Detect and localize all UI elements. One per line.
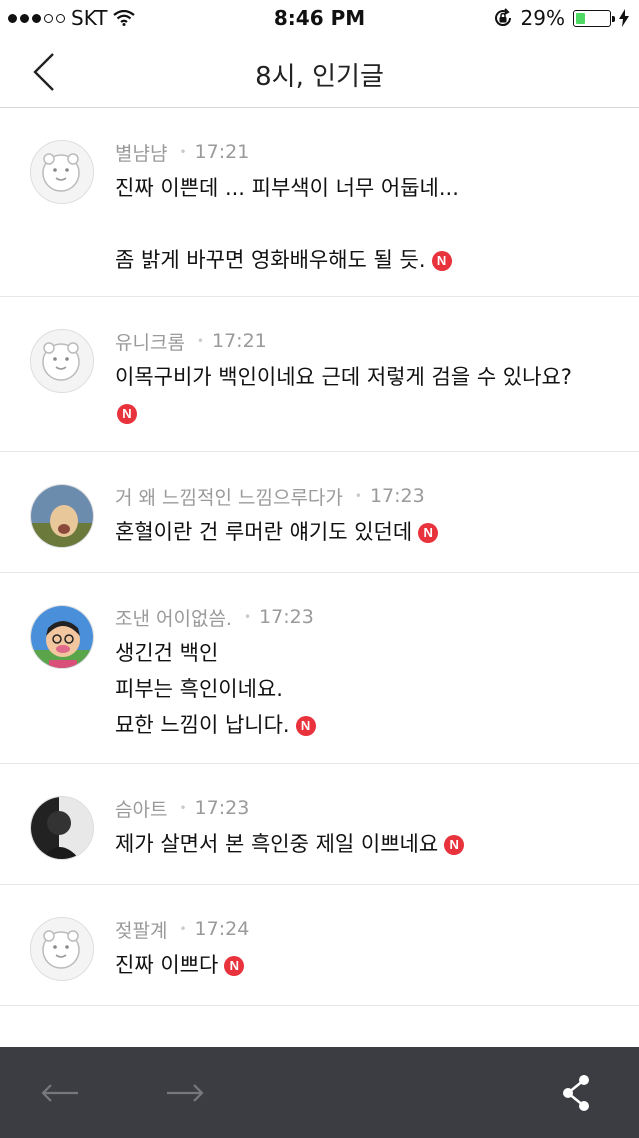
bottom-toolbar: [0, 1047, 639, 1138]
comment-body: 생긴건 백인피부는 흑인이네요. 묘한 느낌이 납니다. N: [115, 635, 619, 743]
battery-icon: [573, 9, 615, 27]
comment-author[interactable]: 별냠냠: [115, 139, 167, 166]
comment-text-line: 진짜 이쁘다 N: [115, 947, 619, 983]
new-badge: N: [431, 251, 452, 271]
new-badge: N: [117, 404, 137, 424]
meta-separator-dot: •: [196, 334, 204, 348]
comment-text-line: 생긴건 백인: [115, 635, 619, 671]
comment-time: 17:21: [194, 141, 250, 163]
comment-body: 혼혈이란 건 루머란 얘기도 있던데 N: [115, 514, 619, 550]
cartoon-avatar-icon[interactable]: [30, 605, 94, 669]
character-avatar-icon[interactable]: [30, 140, 94, 204]
comment-body: 제가 살면서 본 흑인중 제일 이쁘네요 N: [115, 826, 619, 862]
character-avatar-icon[interactable]: [30, 329, 94, 393]
arrow-right-icon: [167, 1084, 204, 1102]
comment-body: 진짜 이쁘다 N: [115, 947, 619, 983]
comment-time: 17:23: [194, 797, 250, 819]
status-right: 29%: [493, 6, 629, 30]
new-badge: N: [295, 716, 316, 736]
rotation-lock-icon: [494, 8, 511, 27]
comment-author[interactable]: 조낸 어이없씀.: [115, 604, 232, 631]
share-button[interactable]: [554, 1071, 598, 1115]
comment-time: 17:23: [259, 606, 314, 628]
new-badge: N: [444, 835, 465, 855]
comment-author[interactable]: 슴아트: [115, 795, 167, 822]
meta-separator-dot: •: [179, 145, 187, 159]
charging-bolt-icon: [619, 9, 629, 27]
meta-separator-dot: •: [179, 801, 187, 815]
comment-meta: 조낸 어이없씀. • 17:23: [115, 603, 619, 631]
comment-time: 17:23: [369, 485, 425, 507]
comment-item[interactable]: 슴아트 • 17:23 제가 살면서 본 흑인중 제일 이쁘네요 N: [0, 764, 639, 885]
comment-item[interactable]: 별냠냠 • 17:21 진짜 이쁜데 ... 피부색이 너무 어둡네... 좀 밝게 바…: [0, 108, 639, 297]
meta-separator-dot: •: [354, 489, 362, 503]
page-title: 8시, 인기글: [255, 62, 384, 92]
comment-time: 17:24: [194, 918, 250, 940]
comment-text-line: 이목구비가 백인이네요 근데 저렇게 검을 수 있나요?: [115, 359, 619, 395]
comment-author[interactable]: 거 왜 느낌적인 느낌으루다가: [115, 483, 343, 510]
status-bar: SKT 8:46 PM 29%: [0, 0, 639, 36]
comment-meta: 유니크롬 • 17:21: [115, 327, 619, 355]
comment-time: 17:21: [212, 330, 267, 352]
photo-avatar-icon[interactable]: [30, 484, 94, 548]
comment-text: 피부는 흑인이네요.: [115, 677, 283, 701]
comment-text-line: 피부는 흑인이네요.: [115, 671, 619, 707]
battery-level: [576, 12, 586, 24]
comment-list: 별냠냠 • 17:21 진짜 이쁜데 ... 피부색이 너무 어둡네... 좀 밝게 바…: [0, 108, 639, 1006]
comment-text: 진짜 이쁘다: [115, 953, 219, 977]
comment-item[interactable]: 젖팔계 • 17:24 진짜 이쁘다 N: [0, 885, 639, 1006]
comment-item[interactable]: 거 왜 느낌적인 느낌으루다가 • 17:23 혼혈이란 건 루머란 얘기도 있던데 N: [0, 452, 639, 573]
comment-text: 혼혈이란 건 루머란 얘기도 있던데: [115, 520, 413, 544]
comment-text-line: 혼혈이란 건 루머란 얘기도 있던데 N: [115, 514, 619, 550]
comment-item[interactable]: 조낸 어이없씀. • 17:23 생긴건 백인피부는 흑인이네요. 묘한 느낌이 납니다…: [0, 573, 639, 764]
comment-text-line: 묘한 느낌이 납니다. N: [115, 707, 619, 743]
battery-percent: 29%: [520, 6, 565, 30]
arrow-left-icon: [41, 1084, 78, 1102]
comment-body: 이목구비가 백인이네요 근데 저렇게 검을 수 있나요? N: [115, 359, 619, 431]
new-badge: N: [224, 956, 245, 976]
comment-text: 생긴건 백인: [115, 641, 219, 665]
comment-text-line: 제가 살면서 본 흑인중 제일 이쁘네요 N: [115, 826, 619, 862]
forward-nav-button[interactable]: [163, 1071, 207, 1115]
meta-separator-dot: •: [243, 610, 252, 624]
comment-body: 진짜 이쁜데 ... 피부색이 너무 어둡네... 좀 밝게 바꾸면 영화배우해도…: [115, 170, 619, 278]
comment-text-line: 진짜 이쁜데 ... 피부색이 너무 어둡네...: [115, 170, 619, 206]
comment-meta: 슴아트 • 17:23: [115, 794, 619, 822]
comment-text: 이목구비가 백인이네요 근데 저렇게 검을 수 있나요?: [115, 365, 572, 389]
meta-separator-dot: •: [179, 922, 187, 936]
new-badge: N: [418, 523, 439, 543]
share-icon: [563, 1075, 589, 1111]
comment-item[interactable]: 유니크롬 • 17:21 이목구비가 백인이네요 근데 저렇게 검을 수 있나요? N: [0, 297, 639, 452]
comment-text-line: 좀 밝게 바꾸면 영화배우해도 될 듯. N: [115, 242, 619, 278]
comment-text: 좀 밝게 바꾸면 영화배우해도 될 듯.: [115, 248, 426, 272]
comment-meta: 거 왜 느낌적인 느낌으루다가 • 17:23: [115, 482, 619, 510]
comment-text: 제가 살면서 본 흑인중 제일 이쁘네요: [115, 832, 439, 856]
comment-meta: 별냠냠 • 17:21: [115, 138, 619, 166]
comment-author[interactable]: 젖팔계: [115, 916, 167, 943]
comment-text: 묘한 느낌이 납니다.: [115, 713, 290, 737]
nav-header: 8시, 인기글: [0, 36, 639, 108]
photo-avatar-icon[interactable]: [30, 796, 94, 860]
character-avatar-icon[interactable]: [30, 917, 94, 981]
comment-author[interactable]: 유니크롬: [115, 328, 185, 355]
comment-meta: 젖팔계 • 17:24: [115, 915, 619, 943]
comment-text: 진짜 이쁜데 ... 피부색이 너무 어둡네...: [115, 176, 459, 200]
back-nav-button[interactable]: [38, 1071, 82, 1115]
